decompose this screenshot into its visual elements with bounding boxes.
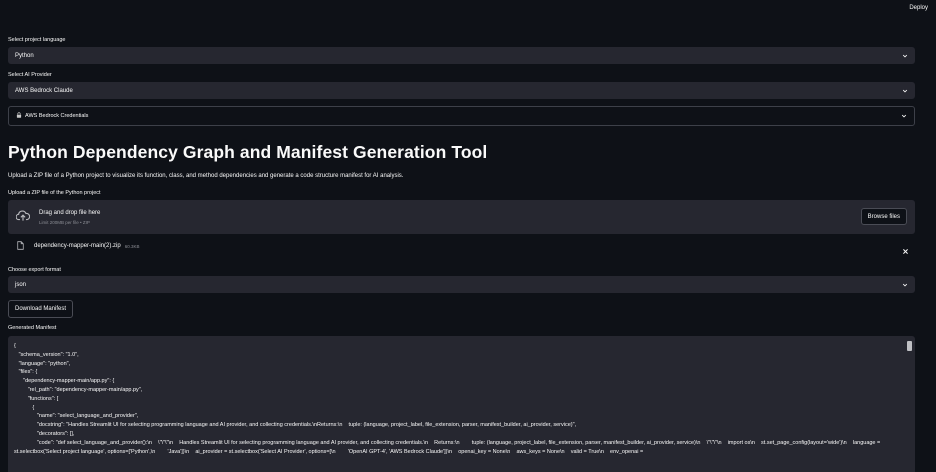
- uploader-label: Upload a ZIP file of the Python project: [8, 190, 101, 196]
- manifest-label: Generated Manifest: [8, 325, 57, 331]
- lock-icon: [16, 112, 22, 120]
- provider-select-label: Select AI Provider: [8, 72, 52, 78]
- chevron-down-icon: [902, 282, 908, 288]
- dropzone-limit: Limit 200MB per file • ZIP: [39, 219, 90, 225]
- cloud-upload-icon: [15, 208, 31, 226]
- scroll-up-arrow-icon[interactable]: [907, 336, 912, 349]
- download-manifest-button[interactable]: Download Manifest: [8, 300, 74, 318]
- chevron-down-icon: [901, 113, 907, 119]
- language-select[interactable]: Python: [8, 47, 915, 64]
- chevron-down-icon: [902, 53, 908, 59]
- language-select-label: Select project language: [8, 37, 66, 43]
- scroll-down-arrow-icon[interactable]: [907, 466, 912, 470]
- language-select-value: Python: [15, 52, 34, 59]
- manifest-code-area[interactable]: { "schema_version": "1.0", "language": "…: [8, 336, 915, 472]
- chevron-down-icon: [902, 88, 908, 94]
- file-name: dependency-mapper-main(2).zip: [34, 243, 121, 249]
- export-format-select[interactable]: json: [8, 276, 915, 293]
- provider-select-value: AWS Bedrock Claude: [15, 87, 73, 94]
- credentials-expander-label: AWS Bedrock Credentials: [25, 113, 89, 119]
- uploaded-file: dependency-mapper-main(2).zip 60.3KB: [8, 237, 915, 255]
- export-select-label: Choose export format: [8, 267, 61, 273]
- file-size: 60.3KB: [124, 243, 140, 249]
- export-select-value: json: [15, 281, 27, 288]
- manifest-content: { "schema_version": "1.0", "language": "…: [14, 343, 881, 455]
- close-icon[interactable]: [902, 242, 909, 254]
- deploy-button[interactable]: Deploy: [909, 5, 928, 11]
- page-description: Upload a ZIP file of a Python project to…: [8, 173, 404, 179]
- file-dropzone[interactable]: Drag and drop file here Limit 200MB per …: [8, 200, 915, 234]
- provider-select[interactable]: AWS Bedrock Claude: [8, 82, 915, 99]
- file-icon: [17, 237, 24, 255]
- credentials-expander[interactable]: AWS Bedrock Credentials: [8, 106, 915, 126]
- dropzone-text: Drag and drop file here: [39, 209, 101, 216]
- page-title: Python Dependency Graph and Manifest Gen…: [8, 142, 488, 162]
- scrollbar-thumb[interactable]: [907, 341, 912, 351]
- browse-files-button[interactable]: Browse files: [860, 208, 907, 225]
